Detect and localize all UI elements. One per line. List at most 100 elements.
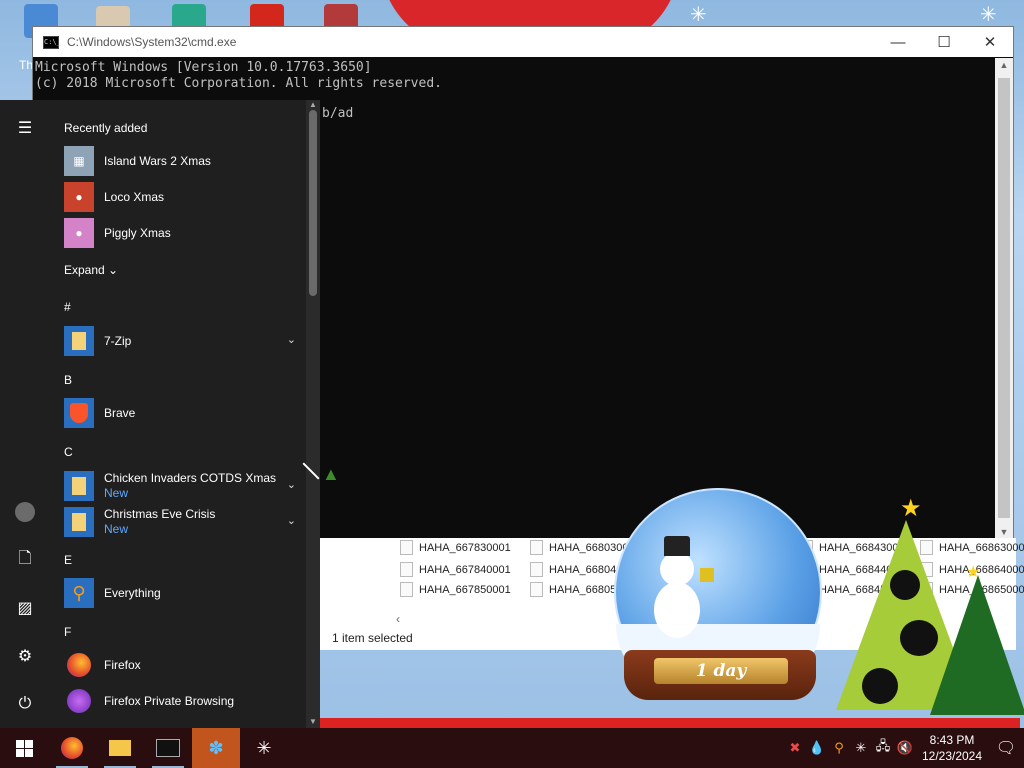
start-scrollbar[interactable]: ▲ ▼ [306, 100, 320, 728]
network-icon[interactable]: 🖧 [872, 728, 894, 768]
app-7zip[interactable]: 7-Zip ⌄ [64, 324, 304, 358]
cmd-title: C:\Windows\System32\cmd.exe [67, 35, 237, 49]
taskbar-spark[interactable]: ✳ [240, 728, 288, 768]
file-item[interactable]: HAHA_667840001 [400, 562, 511, 577]
cmd-icon [156, 739, 180, 757]
taskbar: ✽ ✳ ✖ 💧 ⚲ ✳ 🖧 🔇 8:43 PM 12/23/2024 🗨 [0, 728, 1024, 768]
christmas-widget-icon: ✽ [208, 737, 224, 758]
app-name: Chicken Invaders COTDS Xmas [104, 471, 277, 485]
app-chicken-invaders[interactable]: Chicken Invaders COTDS Xmas New ⌄ [64, 469, 304, 503]
file-name: HAHA_667830001 [419, 541, 511, 554]
windows-logo-icon [15, 739, 33, 757]
folder-icon [64, 326, 94, 356]
taskbar-desktop-widget[interactable]: ✽ [192, 728, 240, 768]
clock-date: 12/23/2024 [921, 749, 983, 763]
letter-header[interactable]: E [64, 553, 72, 567]
app-brave[interactable]: Brave [64, 396, 304, 430]
file-item[interactable]: HAHA_667850001 [400, 582, 511, 597]
everything-search-icon: ⚲ [64, 578, 94, 608]
clock-time: 8:43 PM [929, 733, 975, 747]
cmd-line: Microsoft Windows [Version 10.0.17763.36… [35, 60, 372, 75]
scroll-down-icon[interactable]: ▼ [995, 525, 1013, 539]
app-name: Piggly Xmas [104, 225, 171, 240]
chevron-down-icon[interactable]: ⌄ [287, 478, 296, 491]
app-island-wars[interactable]: ▦ Island Wars 2 Xmas [64, 144, 304, 178]
app-firefox-private[interactable]: Firefox Private Browsing [64, 684, 304, 718]
snowflake-icon: ✳ [980, 4, 997, 26]
chevron-down-icon[interactable]: ⌄ [287, 514, 296, 527]
taskbar-cmd[interactable] [144, 728, 192, 768]
clock[interactable]: 8:43 PM 12/23/2024 [916, 732, 988, 764]
letter-header[interactable]: # [64, 300, 71, 314]
island-wars-icon: ▦ [64, 146, 94, 176]
scroll-up-icon[interactable]: ▲ [306, 100, 320, 109]
taskbar-firefox[interactable] [48, 728, 96, 768]
snowman-icon [654, 582, 700, 638]
start-menu[interactable]: ☰ 🗋 ▨ ⚙ ⏻ Recently added ▦ Island Wars 2… [0, 100, 320, 728]
avatar [15, 502, 35, 522]
christmas-tree-icon [930, 575, 1024, 715]
new-badge: New [104, 486, 129, 500]
loco-icon: ● [64, 182, 94, 212]
app-everything[interactable]: ⚲ Everything [64, 576, 304, 610]
chevron-down-icon[interactable]: ⌄ [287, 333, 296, 346]
cmd-command-text: b/ad [322, 106, 354, 121]
hamburger-menu-icon[interactable]: ☰ [13, 116, 37, 140]
spark-icon: ✳ [256, 737, 272, 758]
cmd-icon: C:\_ [43, 35, 61, 49]
folder-icon [109, 740, 131, 756]
app-loco[interactable]: ● Loco Xmas [64, 180, 304, 214]
app-name: Firefox [104, 657, 141, 672]
app-piggly[interactable]: ● Piggly Xmas [64, 216, 304, 250]
cmd-scroll-thumb[interactable] [998, 78, 1010, 518]
scroll-down-icon[interactable]: ▼ [306, 717, 320, 726]
firefox-private-icon [64, 686, 94, 716]
start-button[interactable] [0, 728, 48, 768]
file-name: HAHA_667840001 [419, 563, 511, 576]
snowman-head [660, 552, 694, 586]
tray-search-icon[interactable]: ⚲ [828, 728, 850, 768]
minimize-button[interactable]: — [875, 27, 921, 57]
scroll-up-icon[interactable]: ▲ [995, 58, 1013, 72]
file-item[interactable]: HAHA_667830001 [400, 540, 511, 555]
star-icon: ★ [900, 495, 922, 522]
letter-header[interactable]: C [64, 445, 73, 459]
file-name: HAHA_667850001 [419, 583, 511, 596]
volume-muted-icon[interactable]: 🔇 [894, 728, 916, 768]
letter-header[interactable]: F [64, 625, 71, 639]
status-bar-text: 1 item selected [332, 631, 413, 645]
desktop-icon-label: Th [19, 58, 34, 72]
firefox-icon [61, 737, 83, 759]
power-icon[interactable]: ⏻ [13, 692, 37, 716]
scroll-left-icon[interactable]: ‹ [396, 612, 400, 626]
taskbar-file-explorer[interactable] [96, 728, 144, 768]
firefox-icon [64, 650, 94, 680]
start-scroll-thumb[interactable] [309, 110, 317, 296]
cmd-scrollbar[interactable]: ▲ ▼ [995, 58, 1013, 539]
tree-ornament-hole [890, 570, 920, 600]
user-account-icon[interactable] [13, 500, 37, 524]
letter-header[interactable]: B [64, 373, 72, 387]
notification-icon[interactable]: 🗨 [988, 738, 1024, 758]
app-firefox[interactable]: Firefox [64, 648, 304, 682]
tray-spark-icon[interactable]: ✳ [850, 728, 872, 768]
chevron-down-icon: ⌄ [108, 263, 119, 277]
settings-gear-icon[interactable]: ⚙ [13, 644, 37, 668]
tray-app-icon[interactable]: ✖ [784, 728, 806, 768]
expand-button[interactable]: Expand ⌄ [64, 263, 118, 277]
snowman-hat [664, 536, 690, 556]
new-badge: New [104, 522, 129, 536]
app-name: Christmas Eve Crisis [104, 507, 216, 521]
cmd-titlebar[interactable]: C:\_ C:\Windows\System32\cmd.exe — ☐ ✕ [33, 27, 1013, 57]
close-button[interactable]: ✕ [967, 27, 1013, 57]
app-christmas-eve-crisis[interactable]: Christmas Eve Crisis New ⌄ [64, 505, 304, 539]
maximize-button[interactable]: ☐ [921, 27, 967, 57]
cmd-line: (c) 2018 Microsoft Corporation. All righ… [35, 76, 442, 91]
tray-drop-icon[interactable]: 💧 [806, 728, 828, 768]
folder-icon [64, 507, 94, 537]
pictures-icon[interactable]: ▨ [13, 596, 37, 620]
app-list: Recently added ▦ Island Wars 2 Xmas ● Lo… [50, 100, 306, 728]
documents-icon[interactable]: 🗋 [13, 548, 37, 572]
app-name: Island Wars 2 Xmas [104, 153, 211, 168]
system-tray: ✖ 💧 ⚲ ✳ 🖧 🔇 8:43 PM 12/23/2024 🗨 [784, 728, 1024, 768]
